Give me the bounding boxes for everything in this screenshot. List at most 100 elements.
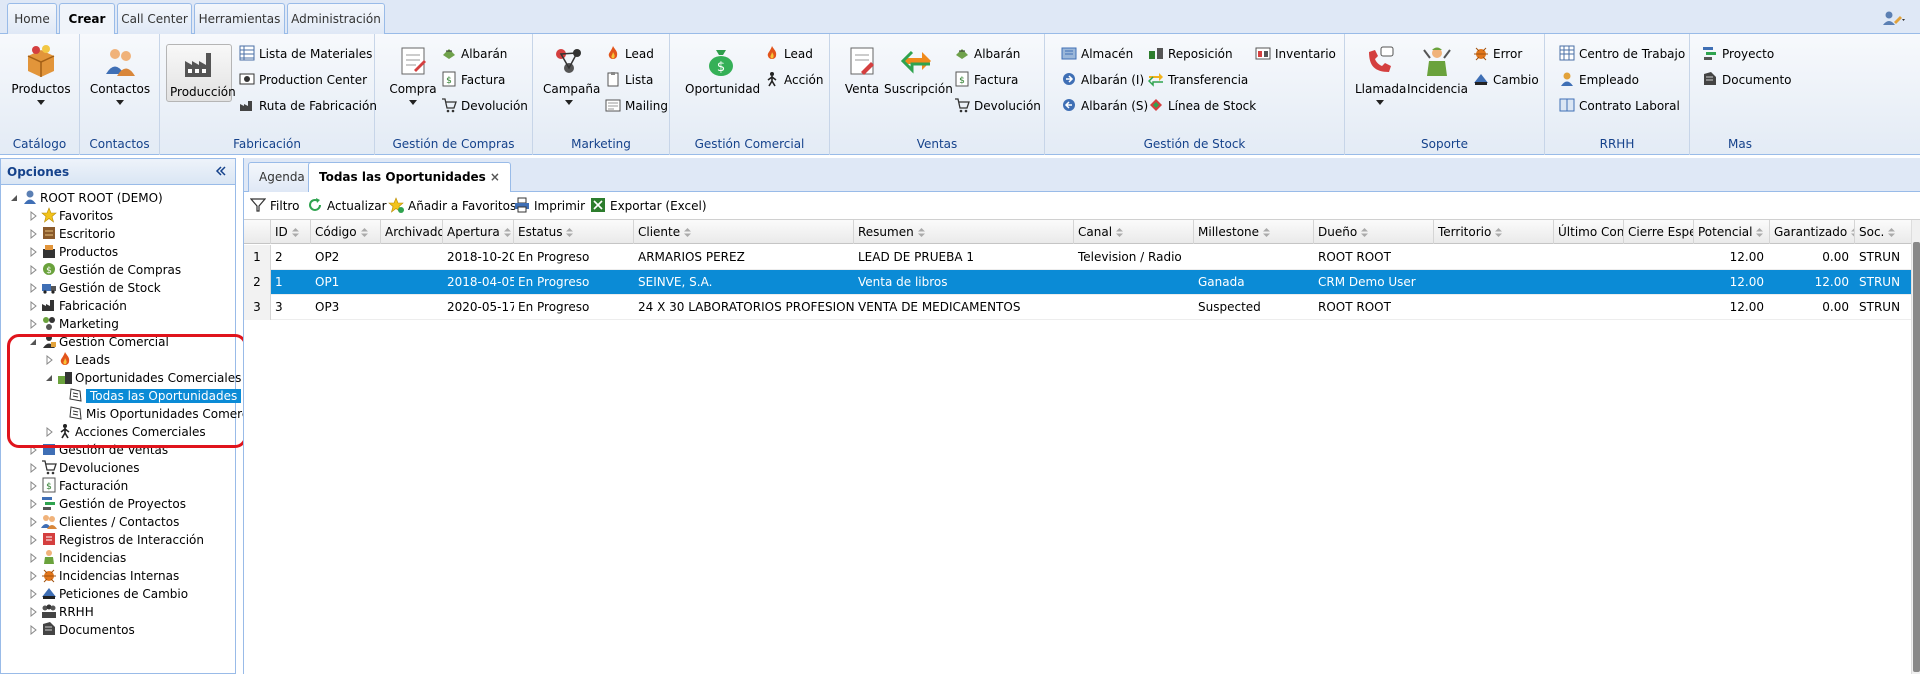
llamada-button[interactable]: Llamada (1355, 44, 1406, 105)
ruta-fabricacion-button[interactable]: Ruta de Fabricación (239, 96, 377, 116)
proyecto-button[interactable]: Proyecto (1702, 44, 1774, 64)
centro-trabajo-button[interactable]: Centro de Trabajo (1559, 44, 1685, 64)
tree-item-facturacion[interactable]: $ Facturación (28, 477, 128, 495)
expand-arrow-icon[interactable] (28, 517, 38, 527)
expand-arrow-icon[interactable] (28, 463, 38, 473)
expand-arrow-icon[interactable] (28, 301, 38, 311)
expand-arrow-icon[interactable] (28, 553, 38, 563)
tree-item-acciones-comerciales[interactable]: Acciones Comerciales (44, 423, 206, 441)
tree-item-incidencias[interactable]: Incidencias (28, 549, 126, 567)
empleado-button[interactable]: Empleado (1559, 70, 1639, 90)
col-resumen[interactable]: Resumen (854, 220, 1074, 244)
tree-root[interactable]: ROOT ROOT (DEMO) (9, 189, 163, 207)
tree-item-peticiones[interactable]: Peticiones de Cambio (28, 585, 188, 603)
production-center-button[interactable]: Production Center (239, 70, 367, 90)
col-id[interactable]: ID (271, 220, 311, 244)
compra-button[interactable]: Compra (388, 44, 438, 105)
produccion-button[interactable]: Producción (166, 44, 236, 102)
reposicion-button[interactable]: Reposición (1148, 44, 1233, 64)
compras-albaran-button[interactable]: Albarán (441, 44, 507, 64)
col-archivado[interactable]: Archivado (381, 220, 443, 244)
col-cliente[interactable]: Cliente (634, 220, 854, 244)
ventas-albaran-button[interactable]: Albarán (954, 44, 1020, 64)
tree-item-ventas[interactable]: Gestión de Ventas (28, 441, 168, 459)
marketing-mailing-button[interactable]: Mailing (605, 96, 668, 116)
expand-arrow-icon[interactable] (28, 499, 38, 509)
add-favoritos-button[interactable]: Añadir a Favoritos (388, 197, 516, 215)
table-row[interactable]: 1 2 OP2 2018-10-20 En Progreso ARMARIOS … (244, 245, 1912, 270)
col-territorio[interactable]: Territorio (1434, 220, 1554, 244)
collapse-arrow-icon[interactable] (44, 373, 54, 383)
cambio-button[interactable]: Cambio (1473, 70, 1539, 90)
tree-item-fabricacion[interactable]: Fabricación (28, 297, 127, 315)
expand-arrow-icon[interactable] (28, 211, 38, 221)
ventas-devolucion-button[interactable]: Devolución (954, 96, 1041, 116)
incidencia-button[interactable]: Incidencia (1407, 44, 1468, 96)
close-tab-icon[interactable]: × (490, 163, 500, 191)
tree-item-documentos[interactable]: Documentos (28, 621, 135, 639)
tree-item-escritorio[interactable]: Escritorio (28, 225, 115, 243)
col-estatus[interactable]: Estatus (514, 220, 634, 244)
expand-arrow-icon[interactable] (28, 265, 38, 275)
col-codigo[interactable]: Código (311, 220, 381, 244)
albaran-i-button[interactable]: Albarán (I) (1061, 70, 1144, 90)
inventario-button[interactable]: Inventario (1255, 44, 1336, 64)
tab-home[interactable]: Home (7, 3, 57, 34)
actualizar-button[interactable]: Actualizar (307, 197, 387, 215)
expand-arrow-icon[interactable] (28, 247, 38, 257)
suscripcion-button[interactable]: Suscripción (884, 44, 953, 96)
tree-item-favoritos[interactable]: Favoritos (28, 207, 113, 225)
tree-item-todas-oportunidades[interactable]: Todas las Oportunidades (68, 387, 242, 405)
tree-item-incidencias-internas[interactable]: Incidencias Internas (28, 567, 179, 585)
filtro-button[interactable]: Filtro (250, 197, 299, 215)
albaran-s-button[interactable]: Albarán (S) (1061, 96, 1148, 116)
expand-arrow-icon[interactable] (28, 607, 38, 617)
tree-item-leads[interactable]: Leads (44, 351, 110, 369)
marketing-lead-button[interactable]: Lead (605, 44, 654, 64)
imprimir-button[interactable]: Imprimir (514, 197, 585, 215)
exportar-excel-button[interactable]: Exportar (Excel) (590, 197, 707, 215)
col-millestone[interactable]: Millestone (1194, 220, 1314, 244)
tree-item-registros[interactable]: Registros de Interacción (28, 531, 204, 549)
col-apertura[interactable]: Apertura (443, 220, 514, 244)
scrollbar-thumb[interactable] (1913, 242, 1920, 672)
expand-arrow-icon[interactable] (44, 355, 54, 365)
ventas-factura-button[interactable]: $ Factura (954, 70, 1018, 90)
tree-item-rrhh[interactable]: RRHH (28, 603, 94, 621)
contactos-button[interactable]: Contactos (87, 44, 153, 105)
col-soc[interactable]: Soc. (1855, 220, 1912, 244)
tab-agenda[interactable]: Agenda (248, 162, 316, 192)
col-cierre-esperado[interactable]: Cierre Esper (1624, 220, 1694, 244)
tree-item-compras[interactable]: $ Gestión de Compras (28, 261, 181, 279)
tab-administracion[interactable]: Administración (287, 3, 385, 34)
collapse-arrow-icon[interactable] (9, 193, 19, 203)
oportunidad-button[interactable]: $ Oportunidad (685, 44, 760, 96)
lista-materiales-button[interactable]: Lista de Materiales (239, 44, 372, 64)
expand-arrow-icon[interactable] (28, 445, 38, 455)
tab-todas-oportunidades[interactable]: Todas las Oportunidades × (308, 162, 511, 193)
tree-item-proyectos[interactable]: Gestión de Proyectos (28, 495, 186, 513)
tree-item-clientes[interactable]: Clientes / Contactos (28, 513, 179, 531)
error-button[interactable]: Error (1473, 44, 1522, 64)
expand-arrow-icon[interactable] (28, 229, 38, 239)
user-menu-icon[interactable] (1882, 10, 1908, 26)
tree-item-stock[interactable]: Gestión de Stock (28, 279, 161, 297)
linea-stock-button[interactable]: Línea de Stock (1148, 96, 1256, 116)
compras-devolucion-button[interactable]: Devolución (441, 96, 528, 116)
tree-item-marketing[interactable]: Marketing (28, 315, 119, 333)
expand-arrow-icon[interactable] (28, 589, 38, 599)
tree-item-mis-oportunidades[interactable]: Mis Oportunidades Comerci (68, 405, 252, 423)
expand-arrow-icon[interactable] (28, 283, 38, 293)
contrato-laboral-button[interactable]: Contrato Laboral (1559, 96, 1680, 116)
productos-button[interactable]: Productos (8, 44, 74, 105)
tree-item-gestion-comercial[interactable]: Gestión Comercial (28, 333, 169, 351)
table-row[interactable]: 3 3 OP3 2020-05-17 En Progreso 24 X 30 L… (244, 295, 1912, 320)
tab-call-center[interactable]: Call Center (117, 3, 192, 34)
table-row[interactable]: 2 1 OP1 2018-04-05 En Progreso SEINVE, S… (244, 270, 1912, 295)
venta-button[interactable]: Venta (842, 44, 882, 96)
comercial-accion-button[interactable]: Acción (764, 70, 823, 90)
tree-item-oportunidades[interactable]: Oportunidades Comerciales (44, 369, 241, 387)
tree-item-productos[interactable]: Productos (28, 243, 118, 261)
col-garantizado[interactable]: Garantizado (1770, 220, 1855, 244)
tree-item-devoluciones[interactable]: Devoluciones (28, 459, 140, 477)
